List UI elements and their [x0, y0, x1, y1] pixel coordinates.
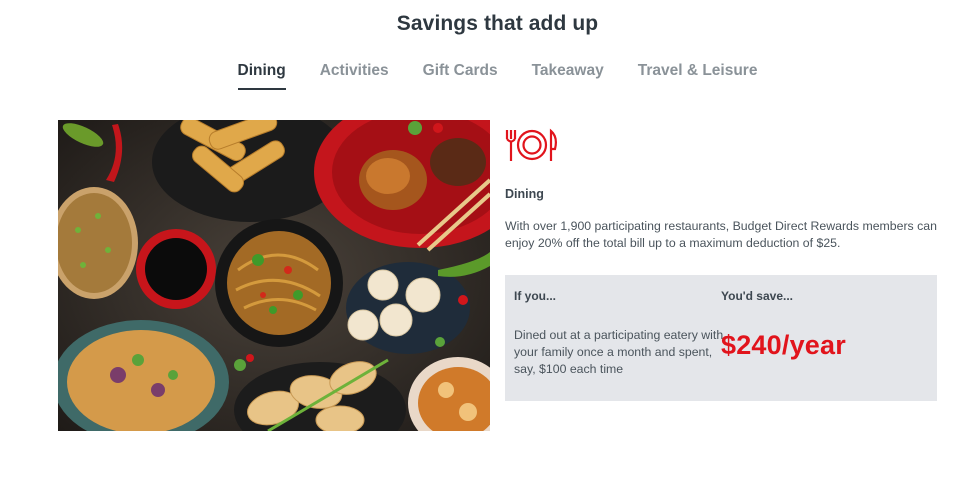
category-description: With over 1,900 participating restaurant… — [505, 219, 937, 250]
category-label: Dining — [505, 187, 544, 201]
tab-travel-leisure[interactable]: Travel & Leisure — [638, 62, 758, 90]
section-title: Savings that add up — [396, 12, 599, 35]
savings-scenario: Dined out at a participating eatery with… — [514, 328, 724, 376]
savings-panel: If you... You'd save... Dined out at a p… — [505, 275, 937, 401]
tab-gift-cards[interactable]: Gift Cards — [423, 62, 498, 90]
tab-activities[interactable]: Activities — [320, 62, 389, 90]
category-tabs: Dining Activities Gift Cards Takeaway Tr… — [0, 62, 980, 90]
savings-amount: $240/year — [721, 330, 846, 360]
tab-takeaway[interactable]: Takeaway — [532, 62, 604, 90]
cutlery-plate-icon — [505, 128, 559, 162]
if-you-header: If you... — [514, 289, 556, 303]
dining-food-photo — [58, 120, 490, 431]
you-would-save-header: You'd save... — [721, 289, 793, 303]
tab-dining[interactable]: Dining — [237, 62, 286, 90]
